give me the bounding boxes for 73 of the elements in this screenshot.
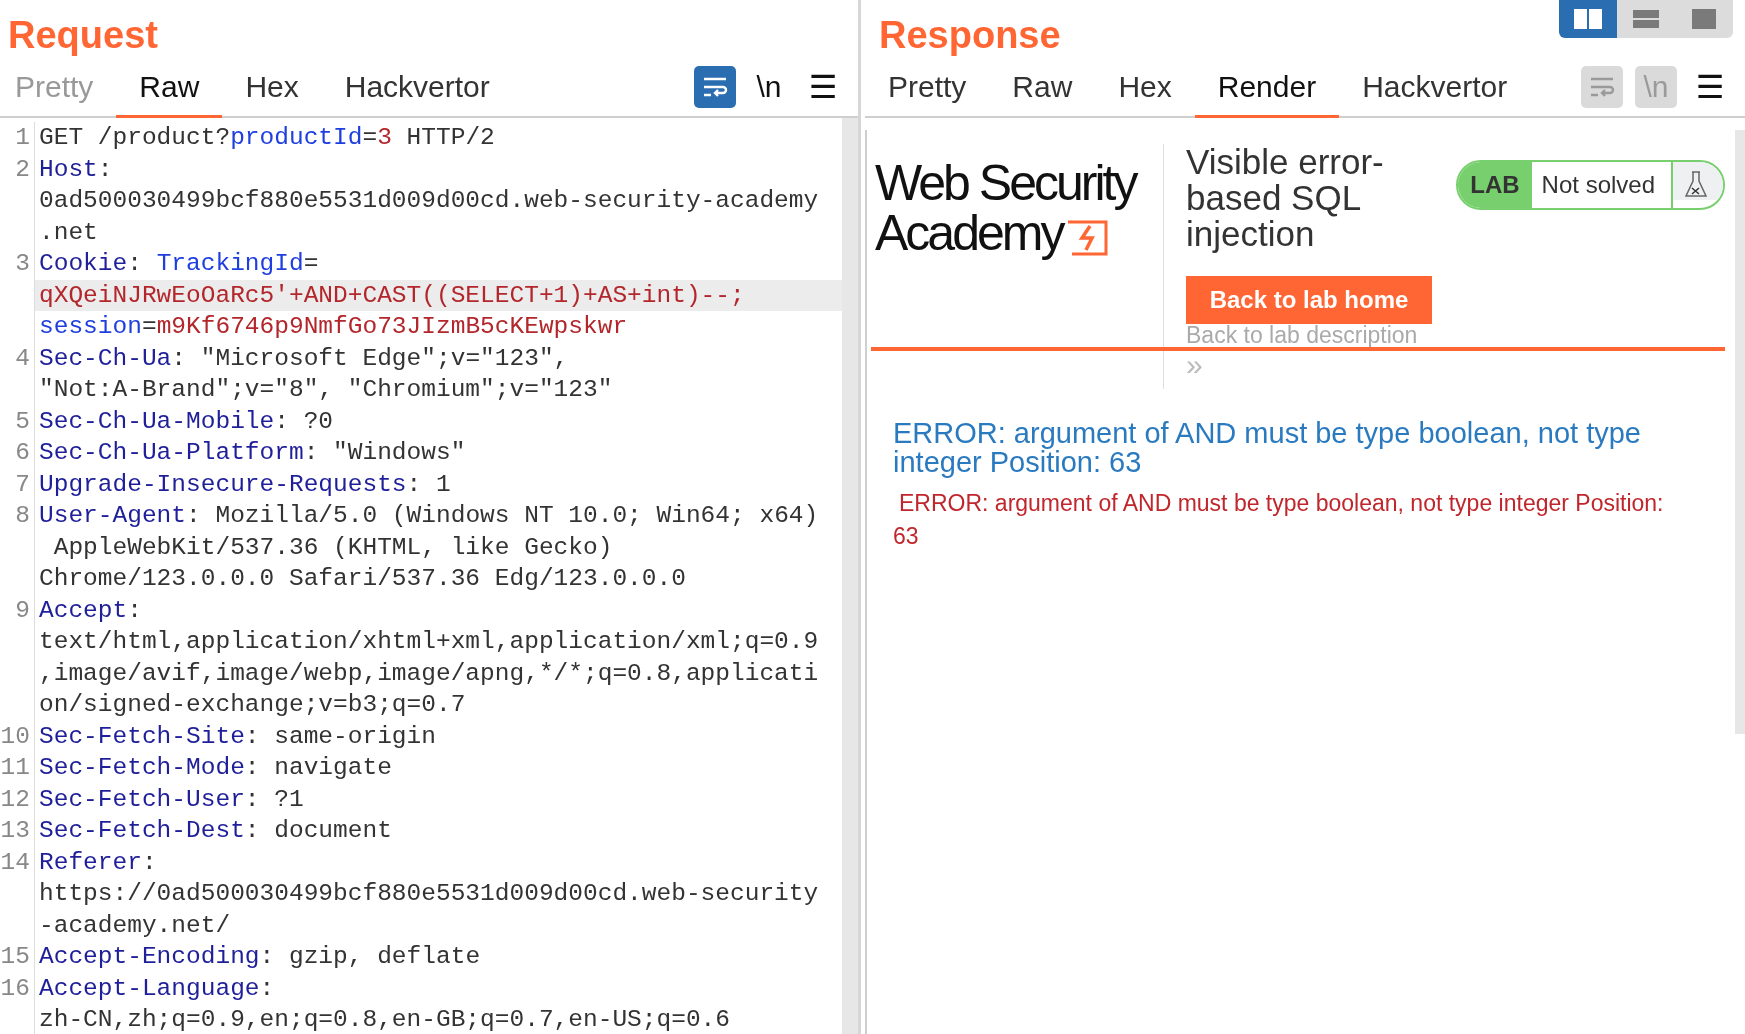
single-pane-icon [1689, 8, 1719, 30]
rows-icon [1631, 8, 1661, 30]
panel-title: Response [879, 14, 1061, 58]
line-number: 14 [0, 846, 35, 941]
code-line: Sec-Ch-Ua-Mobile: ?0 [38, 406, 335, 437]
logo-text: Web Security [875, 158, 1137, 208]
code-line: Sec-Fetch-Dest: document [38, 816, 393, 846]
tab[interactable]: Hex [222, 58, 322, 118]
tab[interactable]: Hackvertor [1339, 58, 1531, 118]
error-heading: ERROR: argument of AND must be type boolean, not type integer Position: 63 [892, 416, 1642, 477]
line-number: 6 [0, 437, 35, 469]
newline-toggle[interactable]: \n [748, 66, 790, 108]
tab[interactable]: Raw [989, 58, 1096, 118]
code-line: Sec-Ch-Ua-Platform: "Windows" [38, 438, 467, 468]
single-layout-button[interactable] [1675, 0, 1733, 38]
line-number: 16 [0, 972, 35, 1034]
code-line: Accept-Encoding: gzip, deflate [38, 942, 482, 972]
code-line: Upgrade-Insecure-Requests: 1 [38, 469, 452, 500]
tab[interactable]: Hex [1095, 58, 1195, 118]
line-number: 10 [0, 720, 35, 752]
code-line: Cookie: TrackingId= [38, 249, 320, 279]
line-number: 8 [0, 500, 35, 595]
line-number: 1 [0, 122, 35, 154]
menu-button[interactable]: ☰ [1689, 66, 1731, 108]
code-line: Sec-Fetch-Site: same-origin [38, 721, 437, 752]
code-line: -academy.net/ [38, 910, 232, 941]
code-line: "Not:A-Brand";v="8", "Chromium";v="123" [38, 375, 614, 405]
code-line: Accept: [38, 595, 143, 626]
code-line: .net [38, 217, 99, 248]
code-line: Sec-Ch-Ua: "Microsoft Edge";v="123", [38, 343, 570, 374]
line-number: 5 [0, 405, 35, 437]
panel-title: Request [8, 14, 158, 58]
wrap-toggle[interactable] [694, 66, 736, 108]
wrap-icon [1589, 76, 1615, 98]
code-line: AppleWebKit/537.36 (KHTML, like Gecko) [52, 532, 614, 563]
code-line: text/html,application/xhtml+xml,application/xml;q=0.9 [38, 627, 820, 657]
line-number: 2 [0, 153, 35, 248]
code-line: GET /product?productId=3 HTTP/2 [38, 123, 496, 153]
code-line: Host: [38, 154, 114, 185]
line-number: 12 [0, 783, 35, 815]
logo-text: Academy [875, 208, 1063, 258]
code-line: 0ad500030499bcf880e5531d009d00cd.web-security-academy [38, 186, 820, 216]
code-line: Sec-Fetch-User: ?1 [38, 784, 305, 815]
code-line: https://0ad500030499bcf880e5531d009d00cd.web-security [38, 879, 820, 909]
menu-button[interactable]: ☰ [802, 66, 844, 108]
code-line: zh-CN,zh;q=0.9,en;q=0.8,en-GB;q=0.7,en-US;q=0.6 [38, 1005, 731, 1034]
code-line: Accept-Language: [38, 973, 276, 1004]
line-number: 9 [0, 594, 35, 721]
code-line: Chrome/123.0.0.0 Safari/537.36 Edg/123.0.0.0 [38, 564, 687, 594]
tab[interactable]: Raw [116, 58, 223, 118]
lab-title: Visible error-based SQL injection [1186, 144, 1385, 252]
tab[interactable]: Hackvertor [321, 58, 513, 118]
code-line: User-Agent: Mozilla/5.0 (Windows NT 10.0; Win64; x64) [38, 501, 820, 531]
line-number: 15 [0, 941, 35, 973]
rows-layout-button[interactable] [1617, 0, 1675, 38]
line-number: 11 [0, 752, 35, 784]
code-line: Sec-Fetch-Mode: navigate [38, 753, 393, 783]
scrollbar[interactable] [1735, 130, 1745, 734]
tab[interactable]: Render [1194, 58, 1340, 118]
error-message: ERROR: argument of AND must be type boolean, not type integer Position: 63 [892, 489, 1665, 551]
lab-status-badge: LAB Not solved [1456, 160, 1725, 210]
wrap-icon [702, 76, 728, 98]
code-line: Referer: [38, 847, 158, 878]
line-number: 13 [0, 815, 35, 847]
line-number: 7 [0, 468, 35, 500]
code-line: session=m9Kf6746p9NmfGo73JIzmB5cKEwpskwr [38, 312, 629, 342]
scrollbar[interactable] [842, 118, 858, 1034]
line-number: 4 [0, 342, 35, 406]
columns-layout-button[interactable] [1559, 0, 1617, 38]
tab[interactable]: Pretty [865, 58, 990, 118]
code-line: on/signed-exchange;v=b3;q=0.7 [38, 690, 467, 720]
columns-icon [1573, 8, 1603, 30]
code-line: ,image/avif,image/webp,image/apng,*/*;q=0.8,applicati [38, 658, 820, 689]
